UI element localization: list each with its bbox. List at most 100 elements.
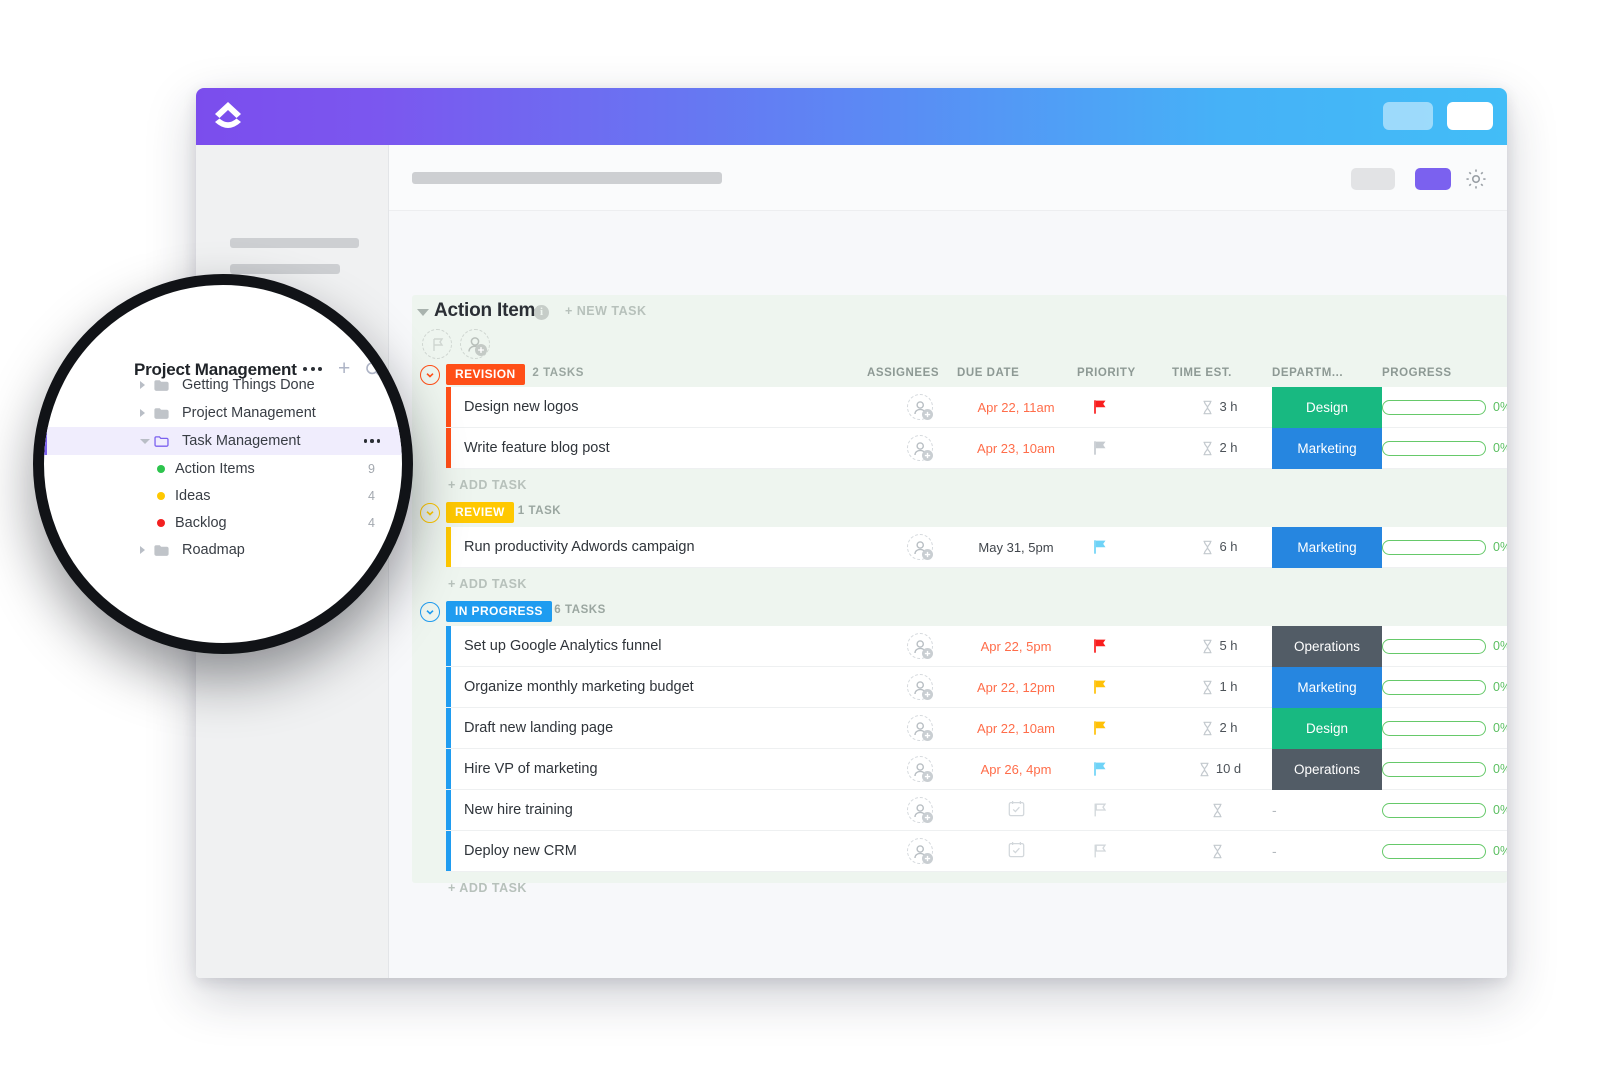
flag-icon[interactable] (422, 329, 452, 359)
chevron-right-icon[interactable] (140, 546, 145, 554)
task-progress[interactable]: 0% (1382, 844, 1507, 859)
priority-flag-icon[interactable] (1093, 638, 1108, 654)
add-task-button[interactable]: + ADD TASK (446, 469, 646, 501)
task-assignees[interactable] (885, 435, 955, 461)
priority-flag-icon[interactable] (1093, 761, 1108, 777)
priority-flag-icon[interactable] (1093, 802, 1108, 818)
table-row[interactable]: Run productivity Adwords campaignMay 31,… (446, 527, 1507, 568)
task-name[interactable]: Hire VP of marketing (464, 761, 598, 777)
titlebar-button-b[interactable] (1447, 102, 1493, 130)
task-progress[interactable]: 0% (1382, 639, 1507, 654)
task-priority[interactable] (1077, 760, 1167, 778)
task-assignees[interactable] (885, 394, 955, 420)
task-priority[interactable] (1077, 719, 1167, 737)
task-time-estimate[interactable] (1167, 802, 1272, 818)
task-assignees[interactable] (885, 534, 955, 560)
task-time-estimate[interactable]: 2 h (1167, 440, 1272, 456)
status-badge[interactable]: IN PROGRESS (446, 601, 552, 622)
task-name[interactable]: New hire training (464, 802, 573, 818)
task-time-estimate[interactable] (1167, 843, 1272, 859)
add-person-icon[interactable] (460, 329, 490, 359)
due-date-icon[interactable] (1008, 800, 1025, 817)
sidebar-folder-getting-things-done[interactable]: Getting Things Done (44, 371, 402, 399)
task-assignees[interactable] (885, 715, 955, 741)
task-department[interactable]: - (1272, 790, 1382, 831)
task-time-estimate[interactable]: 1 h (1167, 679, 1272, 695)
sidebar-folder-roadmap[interactable]: Roadmap (44, 536, 402, 564)
task-priority[interactable] (1077, 439, 1167, 457)
column-header-time[interactable]: TIME EST. (1172, 367, 1232, 379)
task-name[interactable]: Set up Google Analytics funnel (464, 638, 662, 654)
table-row[interactable]: Draft new landing pageApr 22, 10am2 hDes… (446, 708, 1507, 749)
table-row[interactable]: Organize monthly marketing budgetApr 22,… (446, 667, 1507, 708)
priority-flag-icon[interactable] (1093, 539, 1108, 555)
titlebar-button-a[interactable] (1383, 102, 1433, 130)
task-department[interactable]: Operations (1272, 626, 1382, 667)
column-header-priority[interactable]: PRIORITY (1077, 367, 1136, 379)
priority-flag-icon[interactable] (1093, 720, 1108, 736)
due-date-icon[interactable] (1008, 841, 1025, 858)
chevron-down-icon[interactable] (140, 439, 150, 444)
chevron-right-icon[interactable] (140, 409, 145, 417)
task-time-estimate[interactable]: 10 d (1167, 761, 1272, 777)
task-assignees[interactable] (885, 633, 955, 659)
task-name[interactable]: Organize monthly marketing budget (464, 679, 694, 695)
column-header-dept[interactable]: DEPARTM... (1272, 367, 1343, 379)
sidebar-folder-task-management[interactable]: Task Management (44, 427, 402, 455)
task-time-estimate[interactable]: 2 h (1167, 720, 1272, 736)
table-row[interactable]: Hire VP of marketingApr 26, 4pm10 dOpera… (446, 749, 1507, 790)
task-name[interactable]: Deploy new CRM (464, 843, 577, 859)
column-header-assignees[interactable]: ASSIGNEES (867, 367, 939, 379)
column-header-due[interactable]: DUE DATE (957, 367, 1019, 379)
task-progress[interactable]: 0% (1382, 721, 1507, 736)
task-department[interactable]: Marketing (1272, 527, 1382, 568)
table-row[interactable]: Set up Google Analytics funnelApr 22, 5p… (446, 626, 1507, 667)
task-due-date[interactable] (955, 800, 1077, 820)
view-toggle-grey-button[interactable] (1351, 168, 1395, 190)
task-assignees[interactable] (885, 756, 955, 782)
task-assignees[interactable] (885, 797, 955, 823)
avatar[interactable] (907, 674, 933, 700)
task-due-date[interactable]: Apr 22, 10am (955, 721, 1077, 736)
task-due-date[interactable]: Apr 22, 11am (955, 400, 1077, 415)
task-priority[interactable] (1077, 801, 1167, 819)
task-priority[interactable] (1077, 398, 1167, 416)
add-task-button[interactable]: + ADD TASK (446, 568, 646, 600)
sidebar-list-ideas[interactable]: Ideas4 (44, 482, 402, 509)
new-task-button[interactable]: + NEW TASK (565, 304, 647, 318)
task-due-date[interactable]: Apr 26, 4pm (955, 762, 1077, 777)
task-progress[interactable]: 0% (1382, 400, 1507, 415)
task-assignees[interactable] (885, 674, 955, 700)
more-dots-icon[interactable] (364, 439, 381, 443)
task-assignees[interactable] (885, 838, 955, 864)
avatar[interactable] (907, 633, 933, 659)
status-badge[interactable]: REVIEW (446, 502, 514, 523)
avatar[interactable] (907, 797, 933, 823)
view-toggle-purple-button[interactable] (1415, 168, 1451, 190)
task-department[interactable]: Marketing (1272, 428, 1382, 469)
add-task-button[interactable]: + ADD TASK (446, 872, 646, 904)
task-department[interactable]: Design (1272, 708, 1382, 749)
task-name[interactable]: Run productivity Adwords campaign (464, 539, 695, 555)
task-priority[interactable] (1077, 538, 1167, 556)
sidebar-list-backlog[interactable]: Backlog4 (44, 509, 402, 536)
sidebar-list-action-items[interactable]: Action Items9 (44, 455, 402, 482)
task-department[interactable]: Design (1272, 387, 1382, 428)
priority-flag-icon[interactable] (1093, 440, 1108, 456)
task-progress[interactable]: 0% (1382, 680, 1507, 695)
priority-flag-icon[interactable] (1093, 399, 1108, 415)
avatar[interactable] (907, 534, 933, 560)
table-row[interactable]: New hire training-0% (446, 790, 1507, 831)
avatar[interactable] (907, 715, 933, 741)
task-time-estimate[interactable]: 5 h (1167, 638, 1272, 654)
avatar[interactable] (907, 756, 933, 782)
task-department[interactable]: - (1272, 831, 1382, 872)
avatar[interactable] (907, 435, 933, 461)
chevron-right-icon[interactable] (140, 381, 145, 389)
task-time-estimate[interactable]: 3 h (1167, 399, 1272, 415)
task-progress[interactable]: 0% (1382, 540, 1507, 555)
info-icon[interactable]: i (534, 305, 549, 320)
gear-icon[interactable] (1463, 166, 1489, 192)
task-priority[interactable] (1077, 842, 1167, 860)
task-progress[interactable]: 0% (1382, 762, 1507, 777)
